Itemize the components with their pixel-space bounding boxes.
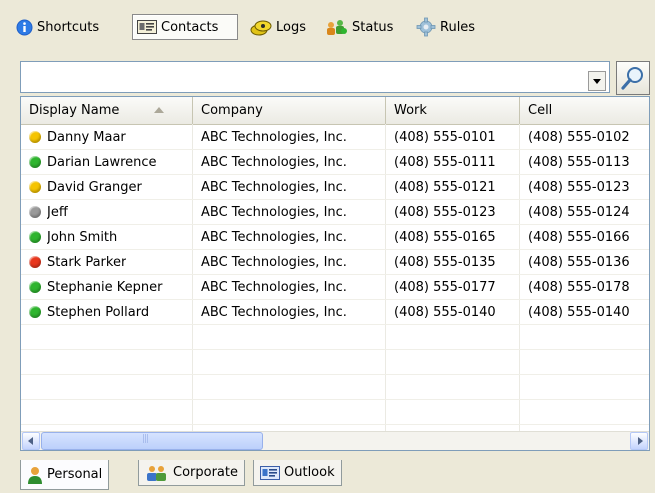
search-bar <box>20 61 650 95</box>
contact-company: ABC Technologies, Inc. <box>201 230 347 245</box>
contact-cell-phone: (408) 555-0140 <box>528 305 630 320</box>
grid-header: Display Name Company Work Cell <box>21 97 649 125</box>
sort-ascending-icon <box>154 107 164 113</box>
contact-name: Darian Lawrence <box>47 155 157 170</box>
table-row[interactable]: Danny Maar ABC Technologies, Inc. (408) 55… <box>21 125 649 150</box>
contact-work-phone: (408) 555-0135 <box>394 255 496 270</box>
contact-company: ABC Technologies, Inc. <box>201 305 347 320</box>
presence-status-icon <box>29 281 41 293</box>
contact-work-phone: (408) 555-0121 <box>394 180 496 195</box>
contact-work-phone: (408) 555-0165 <box>394 230 496 245</box>
search-input[interactable] <box>20 61 610 93</box>
horizontal-scrollbar[interactable] <box>21 431 649 450</box>
status-people-icon <box>327 20 347 35</box>
tab-status-label: Status <box>352 19 394 35</box>
tab-personal-label: Personal <box>47 467 103 482</box>
table-row[interactable]: Jeff ABC Technologies, Inc. (408) 555-0123… <box>21 200 649 225</box>
contact-company: ABC Technologies, Inc. <box>201 205 347 220</box>
tab-shortcuts-label: Shortcuts <box>37 19 100 35</box>
contact-name: Stephanie Kepner <box>47 280 163 295</box>
tab-contacts-label: Contacts <box>161 19 219 35</box>
contact-name: David Granger <box>47 180 142 195</box>
scroll-left-button[interactable] <box>22 432 40 450</box>
contact-cell-phone: (408) 555-0136 <box>528 255 630 270</box>
gear-icon <box>416 17 436 37</box>
tab-logs-label: Logs <box>276 19 306 35</box>
contact-company: ABC Technologies, Inc. <box>201 155 347 170</box>
contact-work-phone: (408) 555-0140 <box>394 305 496 320</box>
contact-cell-phone: (408) 555-0178 <box>528 280 630 295</box>
tab-logs[interactable]: Logs <box>246 14 310 40</box>
empty-row <box>21 325 649 350</box>
tab-rules-label: Rules <box>440 19 476 35</box>
column-header-work[interactable]: Work <box>386 97 520 124</box>
column-header-work-label: Work <box>394 103 427 118</box>
logs-icon <box>250 20 272 35</box>
outlook-card-icon <box>260 465 280 480</box>
top-tab-bar: Shortcuts Contacts Logs Status Rules <box>0 0 655 60</box>
tab-outlook[interactable]: Outlook <box>253 460 342 486</box>
contact-cell-phone: (408) 555-0124 <box>528 205 630 220</box>
tab-corporate-label: Corporate <box>173 465 238 480</box>
tab-corporate[interactable]: Corporate <box>138 460 245 486</box>
table-row[interactable]: David Granger ABC Technologies, Inc. (408)… <box>21 175 649 200</box>
contact-work-phone: (408) 555-0101 <box>394 130 496 145</box>
presence-status-icon <box>29 256 41 268</box>
presence-status-icon <box>29 131 41 143</box>
contact-company: ABC Technologies, Inc. <box>201 255 347 270</box>
search-icon <box>621 67 643 90</box>
tab-contacts[interactable]: Contacts <box>132 14 238 40</box>
contact-cell-phone: (408) 555-0113 <box>528 155 630 170</box>
info-icon <box>16 19 33 35</box>
presence-status-icon <box>29 156 41 168</box>
column-header-display-name-label: Display Name <box>29 103 120 118</box>
tab-status[interactable]: Status <box>320 14 397 40</box>
contact-work-phone: (408) 555-0111 <box>394 155 496 170</box>
person-icon <box>28 466 42 484</box>
column-header-cell-label: Cell <box>528 103 553 118</box>
search-button[interactable] <box>616 61 650 95</box>
scroll-thumb[interactable] <box>41 432 263 450</box>
search-dropdown-button[interactable] <box>588 71 606 91</box>
tab-rules[interactable]: Rules <box>412 14 479 40</box>
presence-status-icon <box>29 181 41 193</box>
group-icon <box>147 465 166 481</box>
contact-cell-phone: (408) 555-0102 <box>528 130 630 145</box>
column-header-company-label: Company <box>201 103 263 118</box>
contact-name: Jeff <box>47 205 68 220</box>
contact-company: ABC Technologies, Inc. <box>201 130 347 145</box>
presence-status-icon <box>29 306 41 318</box>
empty-row <box>21 350 649 375</box>
tab-personal[interactable]: Personal <box>20 460 110 490</box>
column-header-company[interactable]: Company <box>193 97 386 124</box>
contact-name: Danny Maar <box>47 130 126 145</box>
column-header-cell[interactable]: Cell <box>520 97 649 124</box>
tab-outlook-label: Outlook <box>284 465 335 480</box>
presence-status-icon <box>29 231 41 243</box>
tab-shortcuts[interactable]: Shortcuts <box>12 14 103 40</box>
empty-row <box>21 375 649 400</box>
contact-name: Stark Parker <box>47 255 127 270</box>
table-row[interactable]: John Smith ABC Technologies, Inc. (408) 55… <box>21 225 649 250</box>
table-row[interactable]: Stephen Pollard ABC Technologies, Inc. (40… <box>21 300 649 325</box>
table-row[interactable]: Darian Lawrence ABC Technologies, Inc. (40… <box>21 150 649 175</box>
contact-name: John Smith <box>47 230 118 245</box>
address-card-icon <box>137 20 157 34</box>
contact-name: Stephen Pollard <box>47 305 150 320</box>
scroll-right-button[interactable] <box>630 432 648 450</box>
presence-status-icon <box>29 206 41 218</box>
contact-work-phone: (408) 555-0123 <box>394 205 496 220</box>
contact-company: ABC Technologies, Inc. <box>201 280 347 295</box>
contact-cell-phone: (408) 555-0123 <box>528 180 630 195</box>
contact-cell-phone: (408) 555-0166 <box>528 230 630 245</box>
table-row[interactable]: Stephanie Kepner ABC Technologies, Inc. (4… <box>21 275 649 300</box>
column-header-display-name[interactable]: Display Name <box>21 97 193 124</box>
empty-row <box>21 400 649 425</box>
contacts-grid: Display Name Company Work Cell Danny Maa… <box>20 96 650 451</box>
contact-work-phone: (408) 555-0177 <box>394 280 496 295</box>
contact-company: ABC Technologies, Inc. <box>201 180 347 195</box>
table-row[interactable]: Stark Parker ABC Technologies, Inc. (408) … <box>21 250 649 275</box>
